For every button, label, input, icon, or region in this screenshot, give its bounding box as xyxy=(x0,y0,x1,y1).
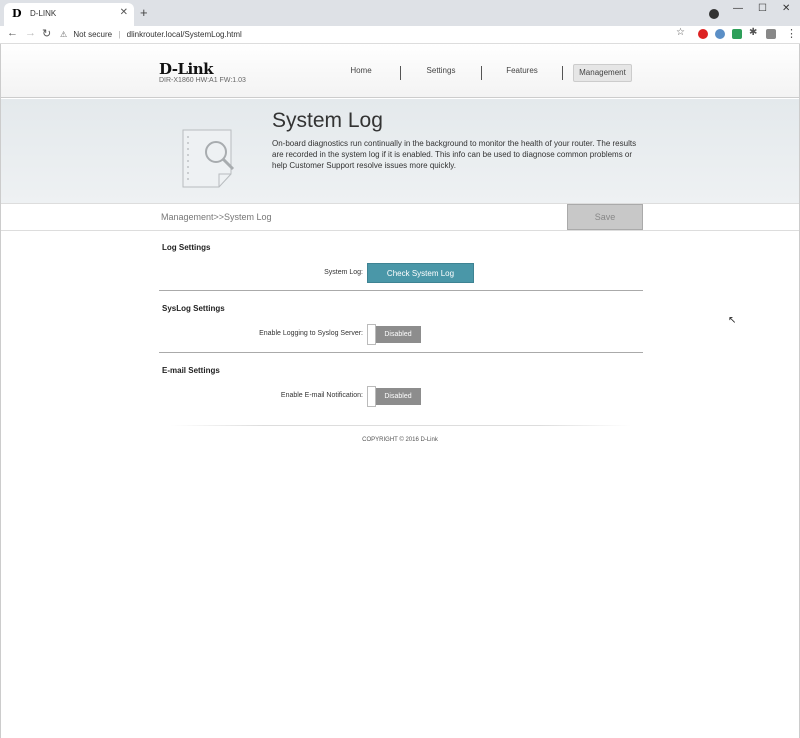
log-search-icon xyxy=(182,129,235,188)
toggle-knob xyxy=(367,324,376,345)
profile-menu-icon[interactable] xyxy=(709,9,719,19)
new-tab-button[interactable]: + xyxy=(140,5,148,20)
dlink-logo: D-Link xyxy=(159,60,214,78)
nav-features[interactable]: Features xyxy=(501,66,543,75)
security-label: Not secure xyxy=(73,30,113,39)
save-button[interactable]: Save xyxy=(567,204,643,230)
back-icon[interactable]: ← xyxy=(7,27,18,39)
breadcrumb: Management>>System Log xyxy=(161,212,272,222)
nav-divider xyxy=(400,66,401,80)
address-bar: ← → ↻ ⚠ Not secure | dlinkrouter.local/S… xyxy=(0,26,800,44)
browser-tab-bar: D D-LINK ✕ + — ☐ ✕ xyxy=(0,0,800,26)
syslog-settings-heading: SysLog Settings xyxy=(162,304,225,313)
url-text: dlinkrouter.local/SystemLog.html xyxy=(126,30,242,39)
router-page: D-Link DIR-X1860 HW:A1 FW:1.03 Home Sett… xyxy=(0,44,800,738)
url-input[interactable]: ⚠ Not secure | dlinkrouter.local/SystemL… xyxy=(60,27,690,42)
email-notification-label: Enable E-mail Notification: xyxy=(280,392,363,399)
reload-icon[interactable]: ↻ xyxy=(42,27,51,40)
router-header: D-Link DIR-X1860 HW:A1 FW:1.03 Home Sett… xyxy=(1,44,799,98)
dlink-favicon-icon: D xyxy=(12,7,22,20)
url-separator: | xyxy=(118,30,121,39)
bookmark-star-icon[interactable]: ☆ xyxy=(676,27,685,38)
browser-tab[interactable]: D D-LINK ✕ xyxy=(4,3,134,26)
copyright-text: COPYRIGHT © 2016 D-Link xyxy=(362,437,438,443)
nav-divider xyxy=(481,66,482,80)
hardware-info: DIR-X1860 HW:A1 FW:1.03 xyxy=(159,77,246,84)
minimize-icon[interactable]: — xyxy=(733,3,743,14)
syslog-server-label: Enable Logging to Syslog Server: xyxy=(259,330,363,337)
email-toggle-state: Disabled xyxy=(375,388,421,405)
page-title: System Log xyxy=(272,109,383,132)
puzzle-extensions-icon[interactable]: ✱ xyxy=(749,27,757,38)
section-divider xyxy=(159,290,643,291)
nav-settings[interactable]: Settings xyxy=(421,66,461,75)
mouse-cursor-icon: ↖ xyxy=(728,315,737,326)
avatar[interactable] xyxy=(766,29,776,39)
tab-close-icon[interactable]: ✕ xyxy=(120,7,128,18)
tab-title: D-LINK xyxy=(30,9,57,18)
close-window-icon[interactable]: ✕ xyxy=(782,3,790,14)
nav-home[interactable]: Home xyxy=(346,66,376,75)
email-toggle[interactable]: Disabled xyxy=(367,386,421,407)
syslog-toggle[interactable]: Disabled xyxy=(367,324,421,345)
extension-red-icon[interactable] xyxy=(698,29,708,39)
extension-blue-icon[interactable] xyxy=(715,29,725,39)
footer-divider xyxy=(171,425,631,426)
log-settings-heading: Log Settings xyxy=(162,243,211,252)
nav-divider xyxy=(562,66,563,80)
page-description: On-board diagnostics run continually in … xyxy=(272,139,637,170)
maximize-icon[interactable]: ☐ xyxy=(758,3,767,14)
email-settings-heading: E-mail Settings xyxy=(162,366,220,375)
forward-icon[interactable]: → xyxy=(25,27,36,39)
browser-menu-icon[interactable]: ⋮ xyxy=(786,27,797,40)
syslog-toggle-state: Disabled xyxy=(375,326,421,343)
drive-extension-icon[interactable] xyxy=(732,29,742,39)
check-system-log-button[interactable]: Check System Log xyxy=(367,263,474,283)
breadcrumb-bar: Management>>System Log Save xyxy=(1,204,799,231)
system-log-label: System Log: xyxy=(324,269,363,276)
section-divider xyxy=(159,352,643,353)
toggle-knob xyxy=(367,386,376,407)
nav-management[interactable]: Management xyxy=(573,64,632,82)
page-banner: System Log On-board diagnostics run cont… xyxy=(1,99,799,204)
warning-icon: ⚠ xyxy=(60,30,68,39)
